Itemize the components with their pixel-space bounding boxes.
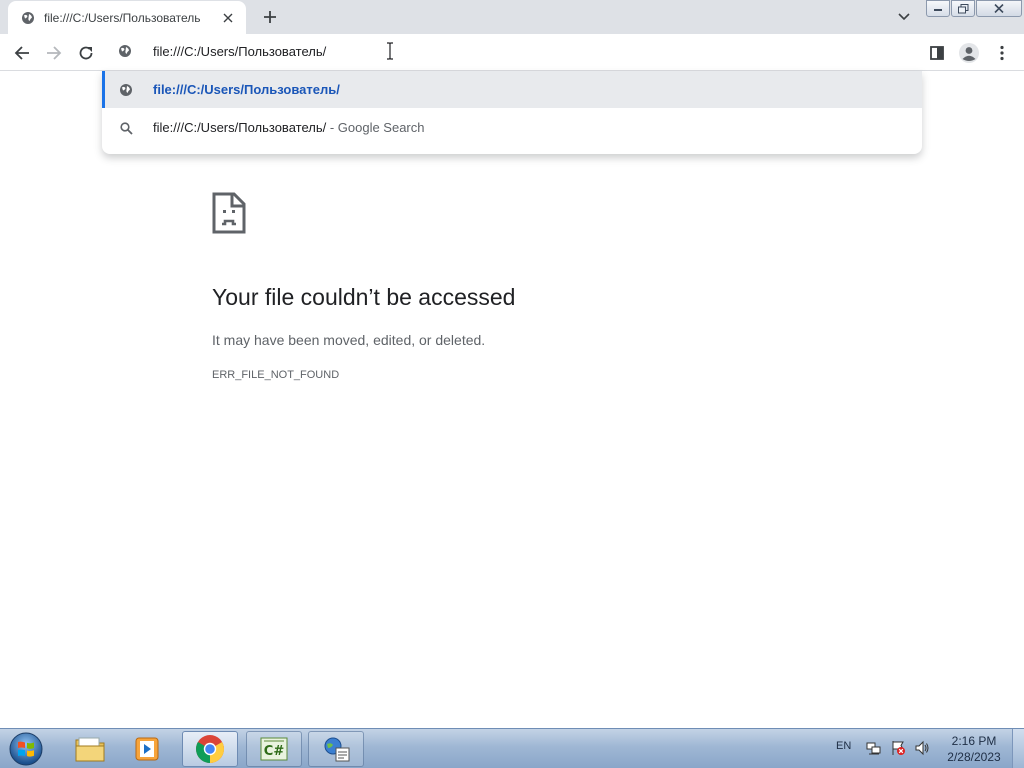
error-page: Your file couldn’t be accessed It may ha… <box>212 192 812 381</box>
menu-button[interactable] <box>990 41 1014 65</box>
show-desktop-button[interactable] <box>1012 729 1024 768</box>
text-cursor-icon <box>386 42 394 65</box>
suggestion-label: file:///C:/Users/Пользователь/ <box>153 82 340 97</box>
tab-search-button[interactable] <box>894 8 914 26</box>
profile-icon <box>959 43 979 63</box>
language-indicator[interactable]: EN <box>836 740 851 752</box>
taskbar-chrome[interactable] <box>182 731 238 767</box>
media-player-icon <box>135 737 159 761</box>
tab-title: file:///C:/Users/Пользователь <box>44 10 201 25</box>
forward-arrow-icon <box>47 46 62 60</box>
action-center-tray-icon[interactable] <box>890 740 906 756</box>
taskbar-network-tool[interactable] <box>308 731 364 767</box>
globe-icon <box>118 82 134 98</box>
close-icon <box>994 4 1004 13</box>
omnibox-suggestions: file:///C:/Users/Пользователь/ file:///C… <box>102 71 922 154</box>
back-arrow-icon <box>14 46 29 60</box>
address-input[interactable]: file:///C:/Users/Пользователь/ <box>153 44 326 59</box>
browser-tab[interactable]: file:///C:/Users/Пользователь <box>8 1 246 34</box>
error-description: It may have been moved, edited, or delet… <box>212 332 486 348</box>
profile-button[interactable] <box>957 41 981 65</box>
network-tray-icon[interactable] <box>866 740 882 756</box>
reload-button[interactable] <box>73 40 99 66</box>
error-title: Your file couldn’t be accessed <box>212 284 516 310</box>
suggestion-label: file:///C:/Users/Пользователь/ - Google … <box>153 120 425 135</box>
search-icon <box>118 120 134 136</box>
taskbar-media-player[interactable] <box>120 731 176 767</box>
clock-time: 2:16 PM <box>951 734 997 748</box>
globe-icon <box>20 10 36 26</box>
network-tool-icon <box>324 737 350 762</box>
minimize-button[interactable] <box>926 0 950 17</box>
back-button[interactable] <box>9 40 35 66</box>
close-window-button[interactable] <box>976 0 1022 17</box>
globe-icon <box>118 44 132 63</box>
chrome-icon <box>196 735 224 763</box>
minimize-icon <box>934 8 942 11</box>
restore-button[interactable] <box>951 0 975 17</box>
csharp-ide-icon: C# <box>260 737 288 761</box>
volume-tray-icon[interactable] <box>914 740 930 756</box>
svg-text:C#: C# <box>264 744 285 759</box>
window-controls <box>926 0 1023 17</box>
forward-button[interactable] <box>41 40 67 66</box>
restore-icon <box>957 3 968 13</box>
suggestion-query: file:///C:/Users/Пользователь/ <box>153 120 327 135</box>
suggestion-search[interactable]: file:///C:/Users/Пользователь/ - Google … <box>102 109 922 146</box>
kebab-menu-icon <box>1000 45 1004 61</box>
sad-file-icon <box>212 192 246 234</box>
side-panel-button[interactable] <box>925 41 949 65</box>
file-explorer-icon <box>75 737 105 762</box>
browser-toolbar: file:///C:/Users/Пользователь/ <box>0 34 1024 71</box>
windows-start-icon <box>9 732 43 766</box>
address-bar[interactable]: file:///C:/Users/Пользователь/ <box>102 34 922 70</box>
start-button[interactable] <box>4 730 48 768</box>
tab-strip: file:///C:/Users/Пользователь <box>0 0 1024 34</box>
reload-icon <box>79 46 93 60</box>
error-code: ERR_FILE_NOT_FOUND <box>212 369 340 381</box>
plus-icon <box>264 11 276 23</box>
suggestion-suffix: - Google Search <box>326 120 425 135</box>
suggestion-url[interactable]: file:///C:/Users/Пользователь/ <box>102 71 922 108</box>
taskbar-file-explorer[interactable] <box>62 731 118 767</box>
taskbar-csharp-ide[interactable]: C# <box>246 731 302 767</box>
system-clock[interactable]: 2:16 PM 2/28/2023 <box>940 733 1008 765</box>
tab-close-icon[interactable] <box>220 10 236 26</box>
new-tab-button[interactable] <box>259 6 281 28</box>
chevron-down-icon <box>898 13 910 21</box>
side-panel-icon <box>930 46 944 60</box>
clock-date: 2/28/2023 <box>947 750 1001 764</box>
